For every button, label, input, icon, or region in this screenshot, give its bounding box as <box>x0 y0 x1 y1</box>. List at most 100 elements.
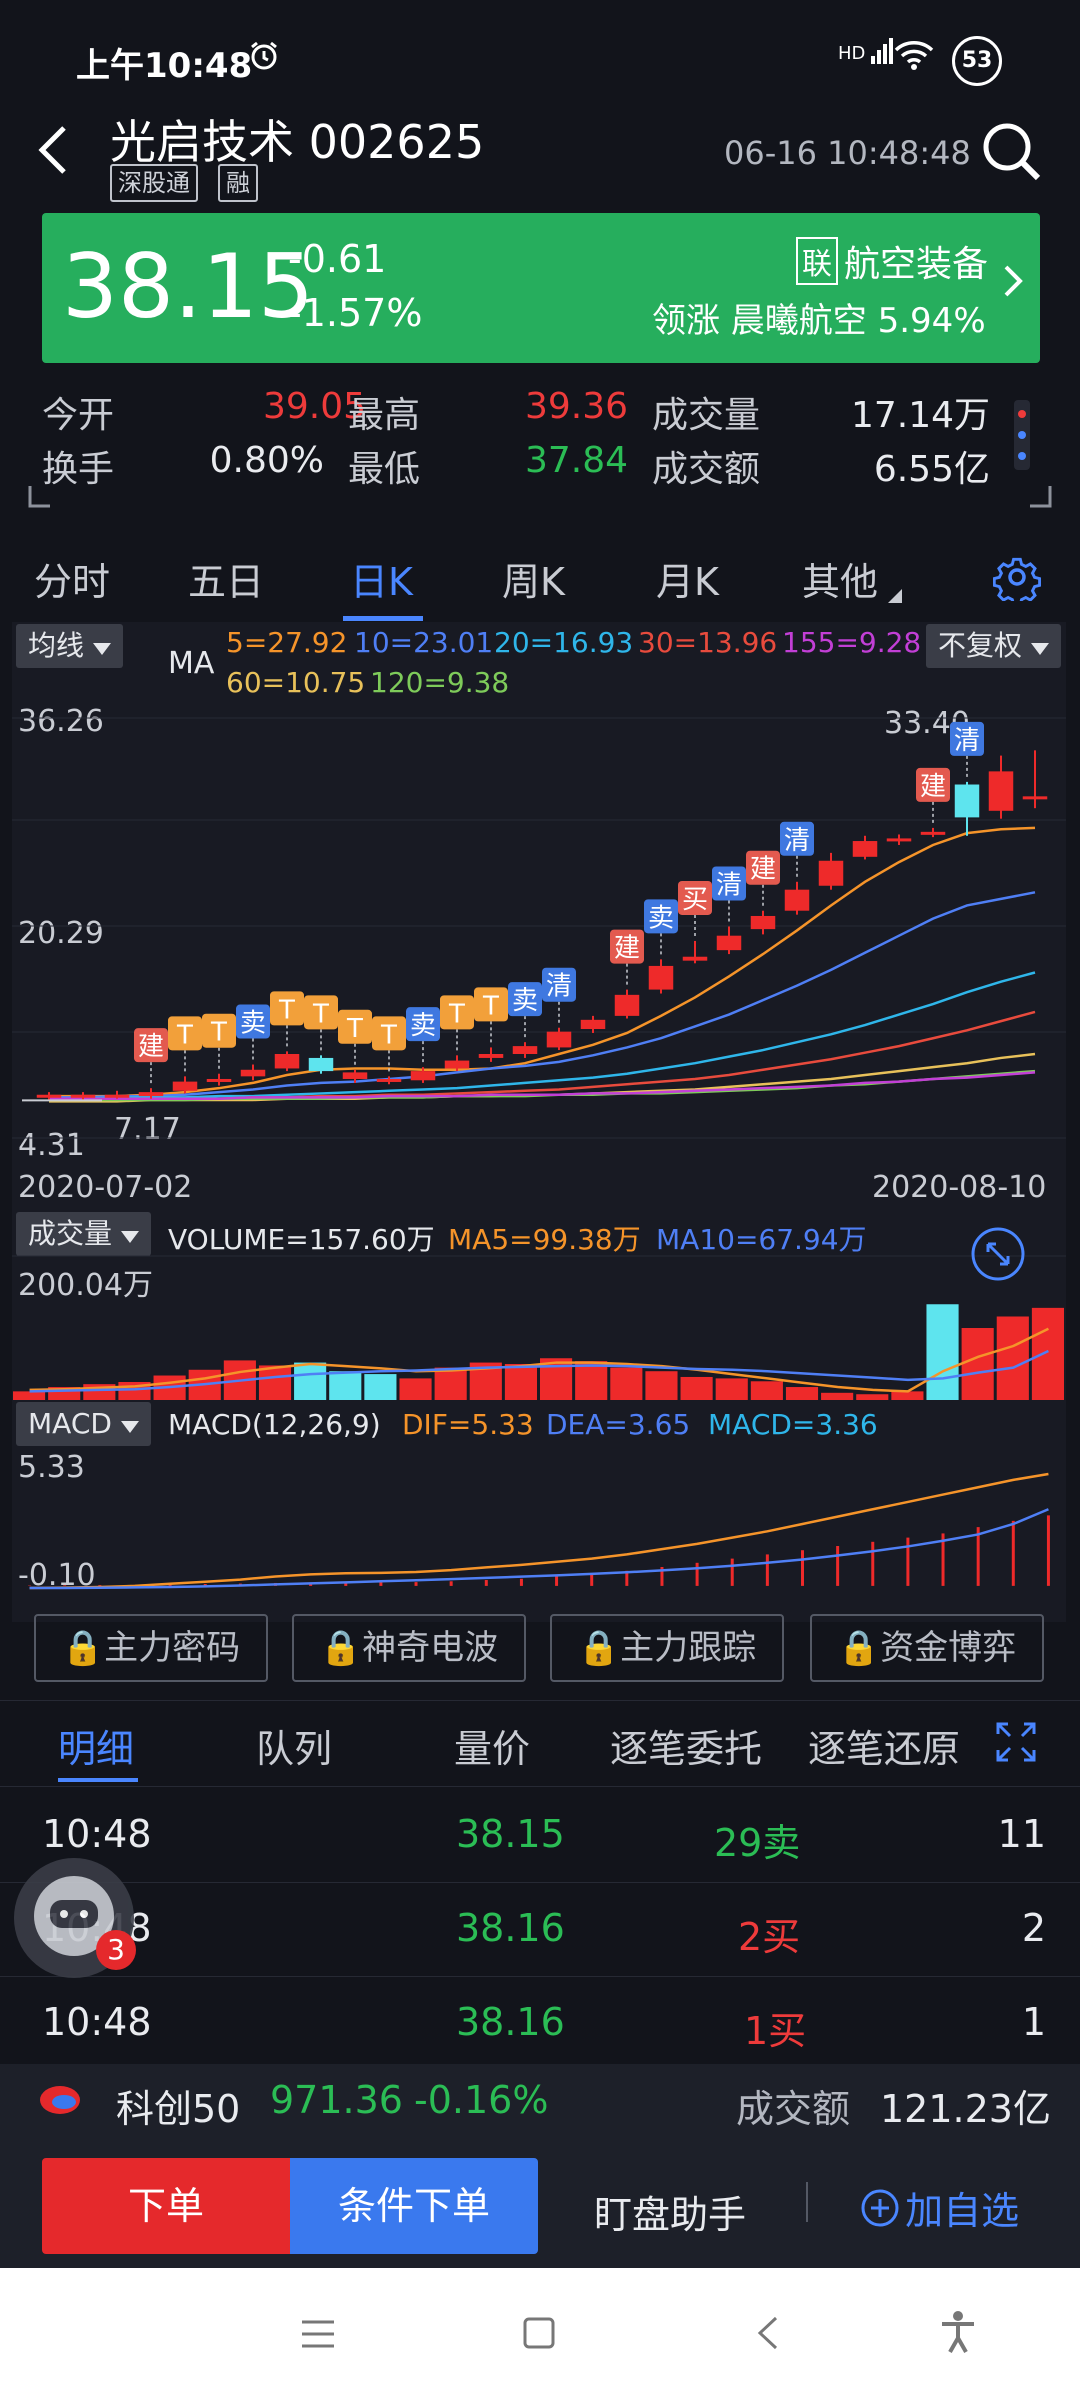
candle-body <box>546 1031 572 1048</box>
conditional-order-button[interactable]: 条件下单 <box>290 2158 538 2254</box>
signal-tag-label: T <box>380 1020 397 1050</box>
tab-order-by-order[interactable]: 逐笔委托 <box>610 1718 762 1773</box>
ma-selector[interactable]: 均线 <box>16 624 123 668</box>
fullscreen-button[interactable] <box>996 1722 1036 1766</box>
candle-body <box>274 1054 300 1069</box>
signal-tag-label: 卖 <box>512 986 538 1016</box>
expand-chart-button[interactable] <box>970 1226 1026 1286</box>
candle-body <box>682 956 708 961</box>
candle-body <box>478 1054 504 1058</box>
candle-body <box>614 994 640 1016</box>
trade-count: 11 <box>997 1812 1046 1856</box>
chevron-right-icon[interactable] <box>1002 261 1026 311</box>
tab-other[interactable]: 其他 <box>802 551 878 606</box>
menu-icon[interactable] <box>300 2318 336 2350</box>
signal-tag-label: T <box>312 999 329 1029</box>
volume-bar <box>856 1394 889 1400</box>
search-button[interactable] <box>980 120 1042 186</box>
back-nav-icon[interactable] <box>756 2314 780 2352</box>
home-icon[interactable] <box>522 2316 556 2350</box>
corner-bracket-icon <box>28 486 50 508</box>
candle-body <box>444 1060 470 1069</box>
wifi-icon <box>894 40 934 74</box>
last-price: 38.15 <box>62 235 314 338</box>
open-label: 今开 <box>42 395 115 436</box>
watch-assistant-button[interactable]: 盯盘助手 <box>594 2184 746 2239</box>
tab-monthly-k[interactable]: 月K <box>656 551 719 606</box>
candle-body <box>716 935 742 951</box>
volume-value: 17.14万 <box>850 395 990 436</box>
quote-datetime: 06-16 10:48:48 <box>724 134 971 172</box>
dropdown-corner-icon <box>888 589 902 603</box>
price-change: -0.61 <box>288 237 387 281</box>
signal-tag-label: T <box>482 991 499 1021</box>
amount-value: 6.55亿 <box>873 449 990 490</box>
price-banner[interactable]: 38.15 -0.61 -1.57% 联 航空装备 领涨 晨曦航空 5.94% <box>42 213 1040 363</box>
tab-intraday[interactable]: 分时 <box>34 551 110 606</box>
volume-bar <box>434 1367 467 1400</box>
signal-tag-label: T <box>278 995 295 1025</box>
caret-down-icon <box>120 1421 139 1433</box>
candle-body <box>954 784 980 818</box>
trade-count: 2 <box>1021 1906 1046 1950</box>
more-dots-icon[interactable] <box>1014 400 1030 474</box>
order-button[interactable]: 下单 <box>42 2158 290 2254</box>
battery-indicator: 53 <box>952 36 1002 86</box>
caret-down-icon <box>92 643 111 655</box>
index-amount-label: 成交额 <box>736 2087 851 2131</box>
candle-body <box>138 1092 164 1097</box>
signal-tag-label: 清 <box>784 826 810 856</box>
candle-body <box>648 965 674 990</box>
adjust-selector[interactable]: 不复权 <box>926 624 1061 668</box>
settings-button[interactable] <box>992 553 1042 607</box>
low-label: 最低 <box>348 449 421 490</box>
macd-dif: DIF=5.33 <box>402 1408 534 1441</box>
tab-daily-k[interactable]: 日K <box>350 551 413 606</box>
volume-bar <box>610 1367 643 1400</box>
locked-magic-wave-button[interactable]: 🔒神奇电波 <box>292 1614 526 1682</box>
locked-main-password-button[interactable]: 🔒主力密码 <box>34 1614 268 1682</box>
tab-queue[interactable]: 队列 <box>256 1718 332 1773</box>
sector-name[interactable]: 航空装备 <box>844 235 988 287</box>
tab-volume-price[interactable]: 量价 <box>454 1718 530 1773</box>
back-button[interactable] <box>34 120 74 195</box>
adjust-selector-label: 不复权 <box>938 629 1023 662</box>
candle-body <box>818 860 844 886</box>
candle-body <box>852 841 878 857</box>
volume-chart[interactable] <box>12 1210 1066 1402</box>
tab-detail[interactable]: 明细 <box>58 1718 134 1773</box>
locked-capital-game-button[interactable]: 🔒资金博弈 <box>810 1614 1044 1682</box>
signal-tag-label: T <box>448 999 465 1029</box>
high-value: 39.36 <box>524 386 628 427</box>
macd-chart[interactable] <box>12 1450 1066 1592</box>
macd-selector-label: MACD <box>28 1407 112 1440</box>
candlestick-chart[interactable]: 建 T T 卖 T T T T 卖 T T 卖清建卖买 清建清建清 <box>12 690 1066 1160</box>
volume-bar <box>961 1328 994 1400</box>
trade-row: 10:48 38.16 1买 1 <box>0 1976 1080 2071</box>
candle-body <box>920 831 946 835</box>
macd-selector[interactable]: MACD <box>16 1402 151 1446</box>
macd-value: MACD=3.36 <box>708 1408 878 1441</box>
caret-down-icon <box>1030 643 1049 655</box>
trade-row: 10:48 38.15 29卖 11 <box>0 1788 1080 1883</box>
accessibility-icon[interactable] <box>938 2310 978 2354</box>
index-ticker[interactable]: 科创50 971.36 -0.16% 成交额 121.23亿 <box>0 2064 1080 2138</box>
page-title: 光启技术 002625 <box>110 115 485 169</box>
ma-selector-label: 均线 <box>28 629 85 662</box>
tab-tick-restore[interactable]: 逐笔还原 <box>808 1718 958 1773</box>
action-bar: 下单 条件下单 盯盘助手 加自选 <box>0 2138 1080 2268</box>
tab-weekly-k[interactable]: 周K <box>502 551 565 606</box>
candle-body <box>376 1078 402 1082</box>
locked-main-tracking-button[interactable]: 🔒主力跟踪 <box>550 1614 784 1682</box>
volume-bar <box>996 1316 1029 1400</box>
candle-body <box>512 1046 538 1054</box>
add-watchlist-button[interactable]: 加自选 <box>860 2180 1019 2235</box>
signal-tag-label: 清 <box>954 726 980 756</box>
volume-bar <box>715 1378 748 1400</box>
tab-5day[interactable]: 五日 <box>188 551 264 606</box>
signal-tag-label: T <box>176 1020 193 1050</box>
index-name: 科创50 <box>116 2087 241 2131</box>
volume-bar <box>504 1364 537 1400</box>
volume-bar <box>926 1304 959 1400</box>
turnover-value: 0.80% <box>209 440 324 481</box>
